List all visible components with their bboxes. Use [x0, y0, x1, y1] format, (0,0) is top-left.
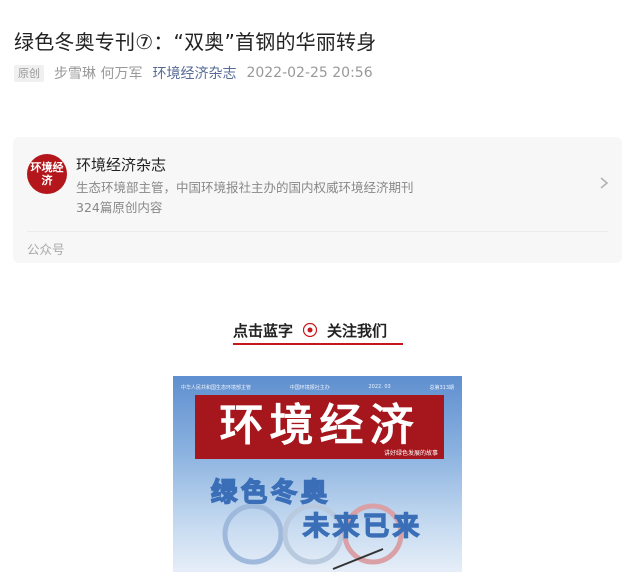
publish-date: 2022-02-25 20:56 — [246, 65, 373, 81]
cover-headline-1: 绿色冬奥 — [210, 477, 332, 509]
profile-card-name: 环境经济杂志 — [76, 156, 167, 174]
cover-magazine-title: 环境经济 — [219, 400, 420, 451]
article-authors: 步雪琳 何万军 — [54, 66, 143, 82]
cover-headline-2: 未来已来 — [302, 511, 424, 543]
follow-prompt: 点击蓝字 关注我们 — [233, 316, 387, 344]
profile-card-description: 生态环境部主管，中国环境报社主办的国内权威环境经济期刊 — [76, 180, 414, 195]
account-name-link[interactable]: 环境经济杂志 — [152, 63, 236, 83]
follow-right-text: 关注我们 — [327, 321, 388, 340]
article-meta: 原创 步雪琳 何万军 环境经济杂志 2022-02-25 20:56 — [14, 64, 373, 82]
account-logo: 环境经济 — [27, 154, 67, 194]
cover-title-banner: 环境经济 讲好绿色发展的故事 — [195, 395, 444, 459]
follow-underline — [233, 343, 403, 345]
profile-card-article-count: 324篇原创内容 — [76, 200, 163, 215]
magazine-cover-image: 中华人民共和国生态环境部主管 中国环境报社主办 2022. 03 总第313期 … — [173, 376, 462, 572]
chevron-right-icon — [600, 177, 609, 189]
follow-left-text: 点击蓝字 — [233, 321, 294, 340]
profile-card[interactable]: 环境经济 环境经济杂志 生态环境部主管，中国环境报社主办的国内权威环境经济期刊 … — [13, 137, 622, 263]
card-divider — [27, 231, 608, 232]
profile-card-footer: 公众号 — [27, 242, 65, 257]
original-tag: 原创 — [14, 64, 44, 82]
target-dot-icon — [302, 322, 318, 338]
article-title: 绿色冬奥专刊⑦：“双奥”首钢的华丽转身 — [14, 30, 377, 54]
cover-subtitle: 讲好绿色发展的故事 — [383, 450, 438, 457]
